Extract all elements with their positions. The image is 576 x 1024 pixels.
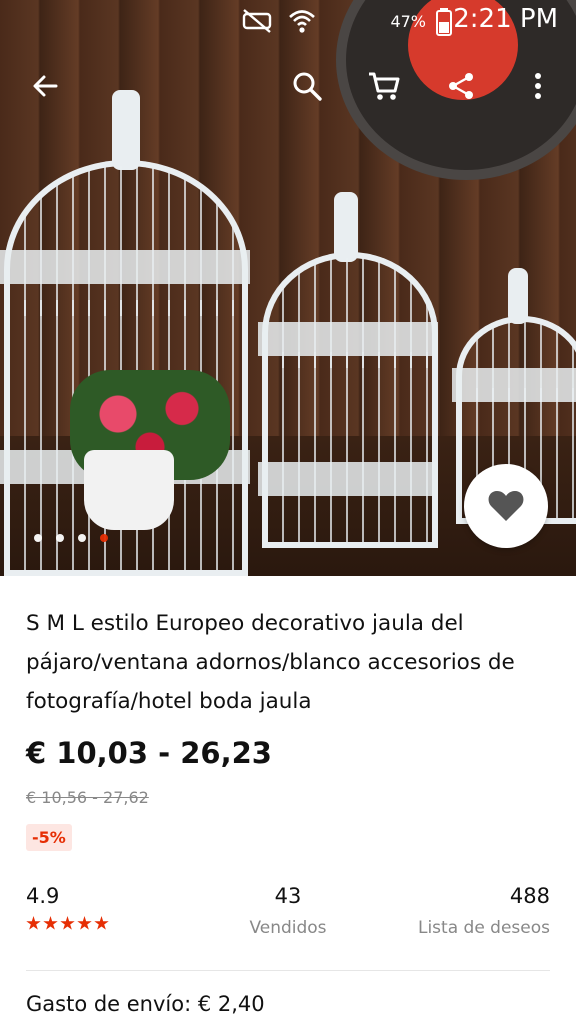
gallery-dot[interactable] [56, 534, 64, 542]
search-icon [293, 72, 322, 101]
product-stats: 4.9 43 Vendidos 488 Lista de deseos [26, 884, 550, 944]
more-vert-icon [535, 73, 541, 99]
original-price: € 10,56 - 27,62 [26, 788, 149, 807]
wishlist-count: 488 [509, 884, 550, 908]
battery-percent: 47% [390, 12, 426, 31]
gallery-dot[interactable] [34, 534, 42, 542]
top-nav [0, 58, 576, 114]
search-button[interactable] [279, 58, 335, 114]
gallery-dot[interactable] [78, 534, 86, 542]
product-price: € 10,03 - 26,23 [26, 736, 272, 770]
share-button[interactable] [433, 58, 489, 114]
back-arrow-icon [33, 75, 58, 97]
battery-icon [436, 8, 452, 36]
status-bar: 47% 2:21 PM [0, 0, 576, 44]
discount-badge: -5% [26, 824, 72, 851]
wifi-icon [289, 10, 315, 33]
wishlist-button[interactable] [464, 464, 548, 548]
cart-button[interactable] [356, 58, 412, 114]
divider [26, 970, 550, 971]
cage-medium [258, 192, 438, 548]
pot-decor [84, 450, 174, 530]
shipping-cost[interactable]: Gasto de envío: € 2,40 [26, 992, 265, 1016]
cart-icon [369, 72, 400, 100]
status-time: 2:21 PM [453, 4, 558, 34]
gallery-dot-active[interactable] [100, 534, 108, 542]
heart-icon [488, 491, 524, 521]
more-button[interactable] [510, 58, 566, 114]
wishlist-label: Lista de deseos [417, 918, 550, 938]
wishlist-block: 488 Lista de deseos [418, 884, 550, 938]
product-title: S M L estilo Europeo decorativo jaula de… [26, 611, 515, 714]
mute-icon [242, 9, 272, 33]
share-icon [449, 73, 473, 99]
gallery-indicator [34, 534, 108, 542]
back-button[interactable] [17, 58, 73, 114]
